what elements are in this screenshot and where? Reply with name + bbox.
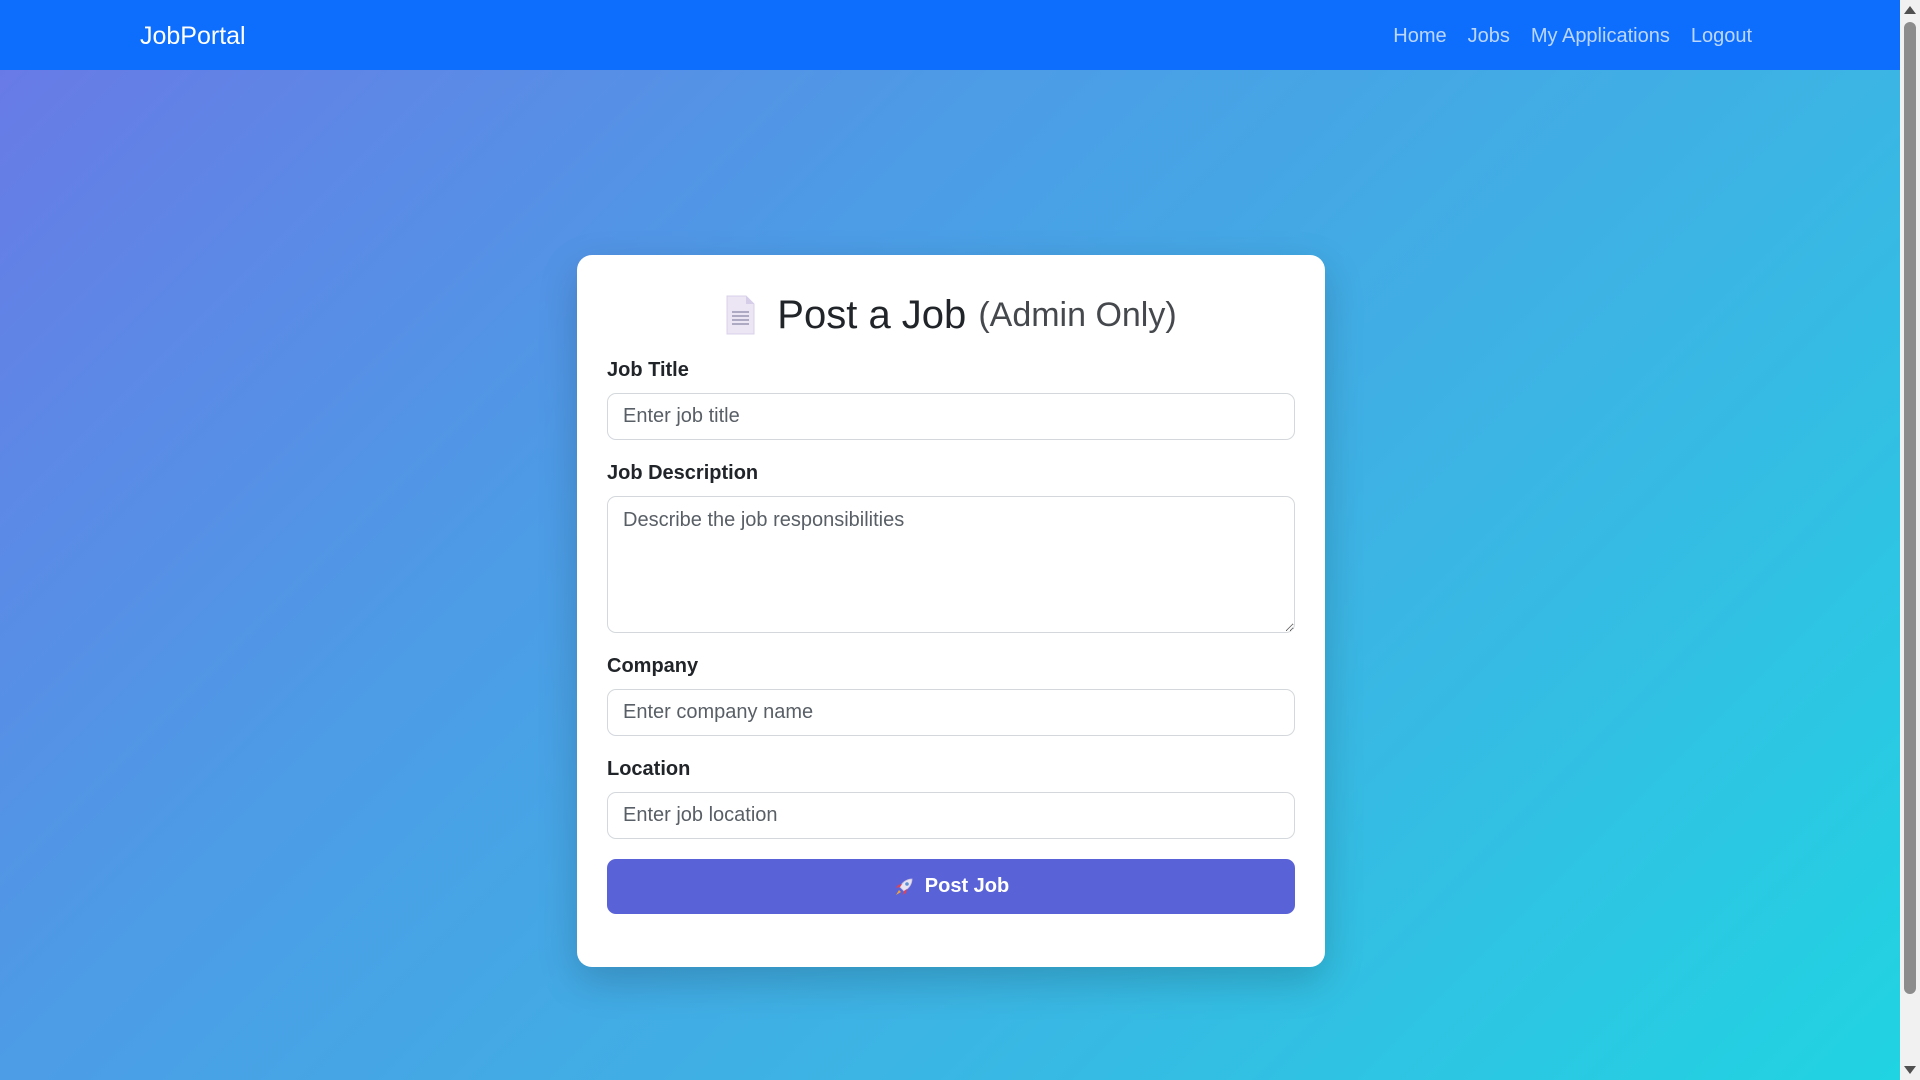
nav-link-my-applications[interactable]: My Applications: [1531, 22, 1670, 50]
nav-link-home[interactable]: Home: [1393, 22, 1446, 50]
job-description-textarea[interactable]: [607, 496, 1295, 633]
nav-links: Home Jobs My Applications Logout: [1393, 22, 1752, 50]
navbar: JobPortal Home Jobs My Applications Logo…: [0, 0, 1900, 70]
job-description-group: Job Description: [607, 460, 1295, 633]
scroll-thumb[interactable]: [1904, 22, 1916, 994]
location-input[interactable]: [607, 792, 1295, 839]
post-job-button[interactable]: Post Job: [607, 859, 1295, 914]
rocket-icon: [893, 876, 915, 898]
page-title: Post a Job: [777, 293, 967, 337]
post-job-card: Post a Job (Admin Only) Job Title Job De…: [577, 255, 1325, 967]
location-group: Location: [607, 756, 1295, 839]
job-description-label: Job Description: [607, 462, 759, 484]
page-background: JobPortal Home Jobs My Applications Logo…: [0, 0, 1900, 1080]
page-title-suffix: (Admin Only): [978, 296, 1177, 334]
company-label: Company: [607, 655, 699, 677]
scroll-down-arrow-icon[interactable]: [1904, 1066, 1916, 1074]
card-header: Post a Job (Admin Only): [607, 289, 1295, 341]
scroll-up-arrow-icon[interactable]: [1904, 6, 1916, 14]
post-job-button-label: Post Job: [924, 875, 1010, 897]
brand-logo[interactable]: JobPortal: [140, 20, 246, 52]
document-icon: [725, 295, 755, 335]
job-title-input[interactable]: [607, 393, 1295, 440]
company-group: Company: [607, 653, 1295, 736]
location-label: Location: [607, 758, 691, 780]
job-title-label: Job Title: [607, 359, 689, 381]
vertical-scrollbar[interactable]: [1900, 0, 1920, 1080]
nav-link-logout[interactable]: Logout: [1691, 22, 1752, 50]
job-title-group: Job Title: [607, 357, 1295, 440]
nav-link-jobs[interactable]: Jobs: [1468, 22, 1510, 50]
company-input[interactable]: [607, 689, 1295, 736]
